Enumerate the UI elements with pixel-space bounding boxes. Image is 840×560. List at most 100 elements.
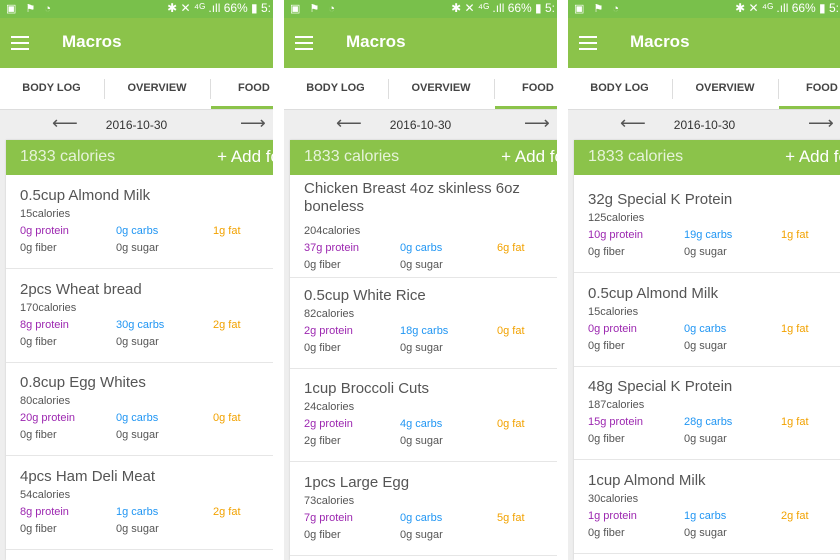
fat-value: 6g fat: [497, 242, 525, 254]
sugar-value: 0g sugar: [116, 429, 159, 441]
fiber-value: 2g fiber: [304, 435, 341, 447]
food-item[interactable]: 1cup Broccoli Cuts 24calories 2g protein…: [290, 368, 557, 462]
fat-value: 1g fat: [781, 416, 809, 428]
protein-value: 37g protein: [304, 242, 360, 254]
protein-value: 0g protein: [20, 225, 69, 237]
add-food-button[interactable]: + Add fo: [217, 147, 273, 167]
app-title: Macros: [62, 32, 122, 51]
fiber-value: 0g fiber: [588, 527, 625, 539]
food-name: Chicken Breast 4oz skinless 6oz boneless: [304, 180, 520, 215]
food-item[interactable]: 1cup Almond Milk 30calories 1g protein 1…: [574, 460, 840, 554]
fat-value: 1g fat: [781, 323, 809, 335]
fat-value: 0g fat: [497, 325, 525, 337]
food-item[interactable]: 0.8cup Egg Whites 80calories 20g protein…: [6, 362, 273, 456]
food-name: 1cup Broccoli Cuts: [304, 380, 430, 397]
fiber-value: 0g fiber: [588, 433, 625, 445]
status-icons-right: ✱ ✕ ⁴ᴳ .ıll 66% ▮ 5:: [451, 1, 555, 15]
app-bar: Macros: [568, 18, 840, 68]
add-food-button[interactable]: + Add fo: [501, 147, 557, 167]
next-day-arrow-icon[interactable]: ⟶: [524, 113, 550, 134]
tab-body-log[interactable]: BODY LOG: [568, 68, 671, 109]
food-item[interactable]: 1pcs Large Egg 73calories 7g protein 0g …: [290, 462, 557, 556]
food-log-card: 1833 calories + Add fo 32g Special K Pro…: [574, 140, 840, 560]
fiber-value: 0g fiber: [20, 523, 57, 535]
add-food-button[interactable]: + Add fo: [785, 147, 840, 167]
food-list: Chicken Breast 4oz skinless 6oz boneless…: [290, 175, 557, 560]
sugar-value: 0g sugar: [400, 342, 443, 354]
protein-value: 20g protein: [20, 412, 76, 424]
status-icons-right: ✱ ✕ ⁴ᴳ .ıll 66% ▮ 5:: [735, 1, 839, 15]
food-item[interactable]: 0.5cup White Rice 82calories 2g protein …: [290, 275, 557, 369]
carbs-value: 0g carbs: [400, 242, 443, 254]
sugar-value: 0g sugar: [116, 336, 159, 348]
phone-screen: ▣ ⚑ ◔ ✱ ✕ ⁴ᴳ .ıll 66% ▮ 5: Macros BODY L…: [284, 0, 557, 560]
app-bar: Macros: [284, 18, 557, 68]
active-tab-indicator: [211, 106, 273, 109]
carbs-value: 4g carbs: [400, 418, 443, 430]
protein-value: 1g protein: [588, 510, 637, 522]
food-calories: 170calories: [20, 302, 77, 314]
date-navigator: ⟵ 2016-10-30 ⟶: [568, 110, 840, 140]
tab-overview[interactable]: OVERVIEW: [105, 68, 209, 109]
fiber-value: 0g fiber: [304, 529, 341, 541]
carbs-value: 0g carbs: [116, 225, 159, 237]
food-name: 0.5cup Almond Milk: [20, 187, 151, 204]
carbs-value: 0g carbs: [116, 412, 159, 424]
fat-value: 1g fat: [781, 229, 809, 241]
fat-value: 5g fat: [497, 512, 525, 524]
tab-overview[interactable]: OVERVIEW: [673, 68, 777, 109]
food-name: 32g Special K Protein: [588, 191, 733, 208]
food-list: 0.5cup Almond Milk 15calories 0g protein…: [6, 175, 273, 560]
food-calories: 204calories: [304, 225, 361, 237]
fiber-value: 0g fiber: [304, 259, 341, 271]
food-item[interactable]: 4pcs Ham Deli Meat 54calories 8g protein…: [6, 456, 273, 550]
sugar-value: 0g sugar: [400, 435, 443, 447]
phone-screen: ▣ ⚑ ◔ ✱ ✕ ⁴ᴳ .ıll 66% ▮ 5: Macros BODY L…: [0, 0, 273, 560]
food-item[interactable]: 32g Special K Protein 125calories 10g pr…: [574, 179, 840, 273]
food-log-card: 1833 calories + Add fo Chicken Breast 4o…: [290, 140, 557, 560]
tab-food-log[interactable]: FOOD L: [211, 68, 273, 109]
food-item[interactable]: 0.5cup Almond Milk 15calories 0g protein…: [574, 273, 840, 367]
tab-bar: BODY LOG OVERVIEW FOOD L: [568, 68, 840, 110]
carbs-value: 30g carbs: [116, 319, 165, 331]
tab-food-log[interactable]: FOOD L: [495, 68, 557, 109]
food-name: 0.5cup White Rice: [304, 287, 426, 304]
fiber-value: 0g fiber: [588, 246, 625, 258]
tab-body-log[interactable]: BODY LOG: [0, 68, 103, 109]
protein-value: 10g protein: [588, 229, 644, 241]
tab-bar: BODY LOG OVERVIEW FOOD L: [0, 68, 273, 110]
fat-value: 0g fat: [497, 418, 525, 430]
status-icons-left: ▣ ⚑ ◔: [574, 3, 623, 15]
food-item[interactable]: 48g Special K Protein 187calories 15g pr…: [574, 366, 840, 460]
hamburger-menu-icon[interactable]: [579, 36, 597, 50]
protein-value: 8g protein: [20, 319, 69, 331]
tab-body-log[interactable]: BODY LOG: [284, 68, 387, 109]
fiber-value: 0g fiber: [20, 242, 57, 254]
total-calories: 1833 calories: [304, 148, 400, 165]
sugar-value: 0g sugar: [116, 242, 159, 254]
tab-food-log[interactable]: FOOD L: [779, 68, 840, 109]
carbs-value: 18g carbs: [400, 325, 449, 337]
total-calories: 1833 calories: [20, 148, 116, 165]
carbs-value: 1g carbs: [116, 506, 159, 518]
fat-value: 2g fat: [213, 319, 241, 331]
food-name: 2pcs Wheat bread: [20, 281, 142, 298]
calories-header: 1833 calories + Add fo: [574, 140, 840, 175]
hamburger-menu-icon[interactable]: [295, 36, 313, 50]
calories-header: 1833 calories + Add fo: [6, 140, 273, 175]
active-tab-indicator: [779, 106, 840, 109]
food-item[interactable]: Chicken Breast 4oz skinless 6oz boneless…: [290, 175, 557, 278]
hamburger-menu-icon[interactable]: [11, 36, 29, 50]
sugar-value: 0g sugar: [400, 529, 443, 541]
carbs-value: 28g carbs: [684, 416, 733, 428]
tab-overview[interactable]: OVERVIEW: [389, 68, 493, 109]
food-item[interactable]: 0.5cup Almond Milk 15calories 0g protein…: [6, 175, 273, 269]
protein-value: 2g protein: [304, 325, 353, 337]
carbs-value: 19g carbs: [684, 229, 733, 241]
food-calories: 125calories: [588, 212, 645, 224]
next-day-arrow-icon[interactable]: ⟶: [808, 113, 834, 134]
calories-header: 1833 calories + Add fo: [290, 140, 557, 175]
sugar-value: 0g sugar: [684, 246, 727, 258]
next-day-arrow-icon[interactable]: ⟶: [240, 113, 266, 134]
food-item[interactable]: 2pcs Wheat bread 170calories 8g protein …: [6, 269, 273, 363]
